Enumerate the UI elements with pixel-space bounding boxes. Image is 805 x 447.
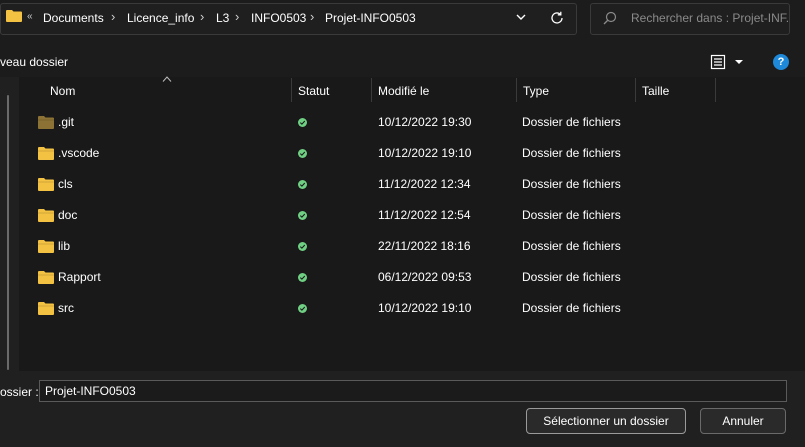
file-type: Dossier de fichiers [522, 301, 621, 315]
view-options-chevron-icon[interactable] [734, 58, 744, 66]
file-modified-date: 10/12/2022 19:10 [378, 301, 472, 315]
breadcrumb-licence-info[interactable]: Licence_info [127, 11, 194, 25]
folder-icon [38, 271, 54, 284]
chevron-down-icon[interactable] [514, 10, 528, 24]
column-header-status[interactable]: Statut [298, 84, 329, 98]
search-icon [603, 11, 617, 25]
file-name: .git [58, 115, 75, 129]
view-details-icon[interactable] [710, 54, 726, 70]
column-header-modified[interactable]: Modifié le [378, 84, 429, 98]
command-bar [0, 43, 805, 77]
folder-field-label: ossier : [0, 385, 39, 399]
sync-status-check-icon [298, 149, 307, 158]
sync-status-check-icon [298, 180, 307, 189]
navigation-scrollbar[interactable] [7, 95, 9, 370]
breadcrumb-separator[interactable]: › [111, 9, 115, 24]
select-folder-button[interactable]: Sélectionner un dossier [526, 408, 686, 434]
breadcrumb-separator[interactable]: › [310, 9, 314, 24]
file-modified-date: 11/12/2022 12:34 [378, 177, 471, 191]
breadcrumb-documents[interactable]: Documents [43, 11, 104, 25]
file-name: doc [58, 208, 78, 222]
column-divider[interactable] [635, 78, 636, 102]
file-name: .vscode [58, 146, 100, 160]
column-divider[interactable] [516, 78, 517, 102]
column-header-type[interactable]: Type [523, 84, 549, 98]
folder-icon [38, 240, 54, 253]
navigation-pane[interactable] [0, 77, 19, 371]
new-folder-button[interactable]: veau dossier [0, 55, 68, 69]
file-modified-date: 06/12/2022 09:53 [378, 270, 472, 284]
file-name: Rapport [58, 270, 101, 284]
column-divider[interactable] [291, 78, 292, 102]
search-placeholder[interactable]: Rechercher dans : Projet-INF... [631, 11, 789, 25]
folder-icon [38, 116, 54, 129]
folder-icon [38, 209, 54, 222]
file-type: Dossier de fichiers [522, 146, 621, 160]
help-icon[interactable]: ? [773, 54, 789, 70]
sync-status-check-icon [298, 242, 307, 251]
file-row[interactable]: cls 11/12/2022 12:34 Dossier de fichiers [19, 169, 805, 200]
file-row[interactable]: .vscode 10/12/2022 19:10 Dossier de fichie… [19, 138, 805, 169]
sync-status-check-icon [298, 211, 307, 220]
breadcrumb-overflow-button[interactable]: « [27, 11, 33, 22]
sync-status-check-icon [298, 118, 307, 127]
file-row[interactable]: lib 22/11/2022 18:16 Dossier de fichiers [19, 231, 805, 262]
column-divider[interactable] [371, 78, 372, 102]
file-row[interactable]: doc 11/12/2022 12:54 Dossier de fichiers [19, 200, 805, 231]
folder-icon [6, 10, 22, 22]
cancel-button[interactable]: Annuler [700, 408, 786, 434]
file-type: Dossier de fichiers [522, 208, 621, 222]
folder-name-input[interactable] [39, 380, 787, 402]
column-divider[interactable] [715, 78, 716, 102]
sync-status-check-icon [298, 304, 307, 313]
file-row[interactable]: src 10/12/2022 19:10 Dossier de fichiers [19, 293, 805, 324]
column-header-name[interactable]: Nom [50, 84, 75, 98]
file-modified-date: 11/12/2022 12:54 [378, 208, 471, 222]
file-type: Dossier de fichiers [522, 270, 621, 284]
sync-status-check-icon [298, 273, 307, 282]
file-row[interactable]: .git 10/12/2022 19:30 Dossier de fichiers [19, 107, 805, 138]
file-name: src [58, 301, 74, 315]
file-name: lib [58, 239, 71, 253]
breadcrumb-l3[interactable]: L3 [216, 11, 229, 25]
column-header-size[interactable]: Taille [642, 84, 669, 98]
breadcrumb-projet-info0503[interactable]: Projet-INFO0503 [325, 11, 416, 25]
file-type: Dossier de fichiers [522, 177, 621, 191]
folder-icon [38, 178, 54, 191]
file-row[interactable]: Rapport 06/12/2022 09:53 Dossier de fichie… [19, 262, 805, 293]
file-name: cls [58, 177, 73, 191]
breadcrumb-info0503[interactable]: INFO0503 [251, 11, 306, 25]
breadcrumb-separator[interactable]: › [235, 9, 239, 24]
file-type: Dossier de fichiers [522, 115, 621, 129]
breadcrumb-separator[interactable]: › [200, 9, 204, 24]
file-modified-date: 22/11/2022 18:16 [378, 239, 471, 253]
sort-ascending-icon [162, 76, 172, 82]
file-modified-date: 10/12/2022 19:30 [378, 115, 472, 129]
file-type: Dossier de fichiers [522, 239, 621, 253]
folder-icon [38, 147, 54, 160]
folder-icon [38, 302, 54, 315]
file-modified-date: 10/12/2022 19:10 [378, 146, 472, 160]
refresh-icon[interactable] [549, 10, 565, 26]
